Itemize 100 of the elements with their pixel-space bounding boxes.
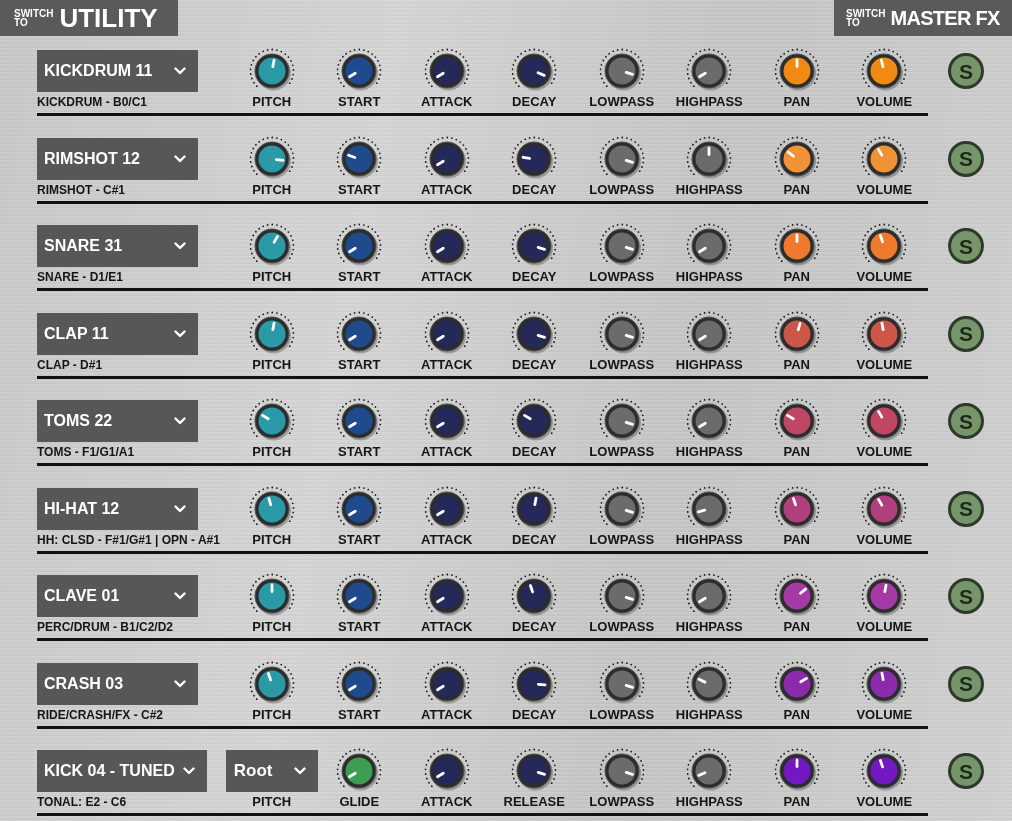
- note-range-label: TONAL: E2 - C6: [37, 794, 127, 811]
- knob[interactable]: [423, 310, 470, 357]
- preset-dropdown[interactable]: TOMS 22: [37, 400, 198, 442]
- knob[interactable]: [861, 310, 908, 357]
- knob[interactable]: [511, 573, 558, 619]
- knob[interactable]: [861, 48, 908, 94]
- knob-label: DECAY: [512, 705, 557, 724]
- preset-dropdown[interactable]: HI-HAT 12: [37, 487, 198, 530]
- knob[interactable]: [861, 398, 908, 444]
- knob[interactable]: [598, 223, 645, 269]
- knob[interactable]: [511, 485, 558, 532]
- knob[interactable]: [336, 573, 383, 619]
- knob[interactable]: [861, 223, 908, 269]
- knob[interactable]: [861, 485, 908, 532]
- knob[interactable]: [248, 48, 295, 94]
- preset-dropdown[interactable]: CRASH 03: [37, 662, 198, 705]
- knob[interactable]: [598, 398, 645, 444]
- knob[interactable]: [511, 398, 558, 444]
- knob[interactable]: [423, 485, 470, 532]
- solo-button[interactable]: S: [948, 315, 984, 352]
- knob[interactable]: [336, 485, 383, 532]
- solo-button[interactable]: S: [948, 578, 984, 614]
- knob[interactable]: [248, 310, 295, 357]
- solo-button[interactable]: S: [948, 228, 984, 264]
- preset-dropdown[interactable]: KICK 04 - TUNED: [37, 750, 207, 792]
- knob[interactable]: [686, 660, 733, 707]
- solo-button[interactable]: S: [948, 753, 984, 789]
- knob-label: LOWPASS: [589, 180, 655, 199]
- knob[interactable]: [423, 135, 470, 182]
- knob[interactable]: [336, 660, 383, 707]
- preset-dropdown[interactable]: SNARE 31: [37, 225, 198, 267]
- knob[interactable]: [686, 748, 733, 794]
- knob-label: ATTACK: [421, 93, 473, 111]
- knob[interactable]: [773, 48, 820, 94]
- knob[interactable]: [686, 48, 733, 94]
- preset-dropdown[interactable]: RIMSHOT 12: [37, 137, 198, 180]
- knob[interactable]: [423, 48, 470, 94]
- knob[interactable]: [248, 223, 295, 269]
- knob[interactable]: [336, 48, 383, 94]
- knob[interactable]: [248, 660, 295, 707]
- knob[interactable]: [773, 135, 820, 182]
- knob[interactable]: [773, 223, 820, 269]
- knob[interactable]: [773, 748, 820, 794]
- knob[interactable]: [336, 748, 383, 794]
- knob[interactable]: [861, 660, 908, 707]
- knob[interactable]: [511, 748, 558, 794]
- preset-dropdown[interactable]: CLAVE 01: [37, 575, 198, 617]
- knob[interactable]: [686, 135, 733, 182]
- knob-label: VOLUME: [856, 268, 913, 286]
- knob[interactable]: [248, 573, 295, 619]
- knob[interactable]: [861, 573, 908, 619]
- knob[interactable]: [511, 660, 558, 707]
- knob[interactable]: [686, 398, 733, 444]
- knob[interactable]: [686, 310, 733, 357]
- knob[interactable]: [511, 48, 558, 94]
- knob-label: LOWPASS: [589, 793, 655, 811]
- knob[interactable]: [598, 485, 645, 532]
- knob[interactable]: [511, 135, 558, 182]
- knob[interactable]: [598, 748, 645, 794]
- root-dropdown[interactable]: Root: [225, 750, 318, 792]
- knob[interactable]: [686, 573, 733, 619]
- knob[interactable]: [598, 135, 645, 182]
- knob[interactable]: [423, 660, 470, 707]
- knob[interactable]: [336, 398, 383, 444]
- knob[interactable]: [773, 310, 820, 357]
- knob[interactable]: [423, 223, 470, 269]
- preset-dropdown[interactable]: CLAP 11: [37, 312, 198, 355]
- knob[interactable]: [336, 310, 383, 357]
- knob[interactable]: [598, 310, 645, 357]
- knob-label: HIGHPASS: [675, 618, 743, 636]
- solo-button[interactable]: S: [948, 665, 984, 702]
- solo-button[interactable]: S: [948, 490, 984, 527]
- knob[interactable]: [598, 48, 645, 94]
- knob[interactable]: [336, 223, 383, 269]
- knob[interactable]: [248, 135, 295, 182]
- knob[interactable]: [773, 660, 820, 707]
- knob[interactable]: [511, 310, 558, 357]
- solo-button[interactable]: S: [948, 403, 984, 439]
- knob[interactable]: [686, 223, 733, 269]
- solo-button[interactable]: S: [948, 53, 984, 89]
- solo-button[interactable]: S: [948, 140, 984, 177]
- knob[interactable]: [423, 573, 470, 619]
- knob[interactable]: [773, 398, 820, 444]
- knob-label: ATTACK: [421, 618, 473, 636]
- knob[interactable]: [423, 398, 470, 444]
- knob[interactable]: [423, 748, 470, 794]
- knob-label: VOLUME: [856, 793, 913, 811]
- knob[interactable]: [336, 135, 383, 182]
- knob[interactable]: [248, 485, 295, 532]
- knob[interactable]: [598, 573, 645, 619]
- note-range-label: RIDE/CRASH/FX - C#2: [37, 706, 164, 724]
- knob[interactable]: [861, 135, 908, 182]
- preset-dropdown[interactable]: KICKDRUM 11: [37, 50, 198, 92]
- knob[interactable]: [686, 485, 733, 532]
- knob[interactable]: [248, 398, 295, 444]
- knob[interactable]: [598, 660, 645, 707]
- knob[interactable]: [773, 485, 820, 532]
- knob[interactable]: [773, 573, 820, 619]
- knob[interactable]: [861, 748, 908, 794]
- knob[interactable]: [511, 223, 558, 269]
